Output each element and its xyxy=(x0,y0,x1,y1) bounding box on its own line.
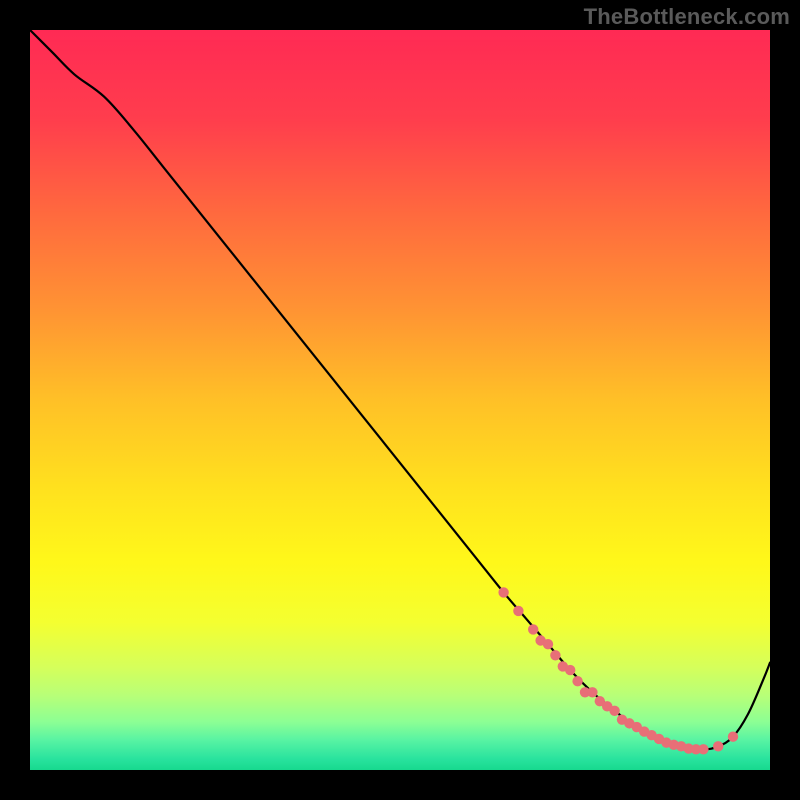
plot-area xyxy=(30,30,770,770)
highlight-marker xyxy=(565,665,575,675)
highlight-marker xyxy=(528,624,538,634)
watermark-label: TheBottleneck.com xyxy=(584,4,790,30)
highlight-marker xyxy=(609,706,619,716)
highlight-marker xyxy=(572,676,582,686)
highlight-marker xyxy=(713,741,723,751)
plot-svg xyxy=(30,30,770,770)
chart-frame: TheBottleneck.com xyxy=(0,0,800,800)
gradient-background xyxy=(30,30,770,770)
highlight-marker xyxy=(543,639,553,649)
highlight-marker xyxy=(513,606,523,616)
highlight-marker xyxy=(728,732,738,742)
highlight-marker xyxy=(550,650,560,660)
highlight-marker xyxy=(498,587,508,597)
highlight-marker xyxy=(587,687,597,697)
highlight-marker xyxy=(698,744,708,754)
